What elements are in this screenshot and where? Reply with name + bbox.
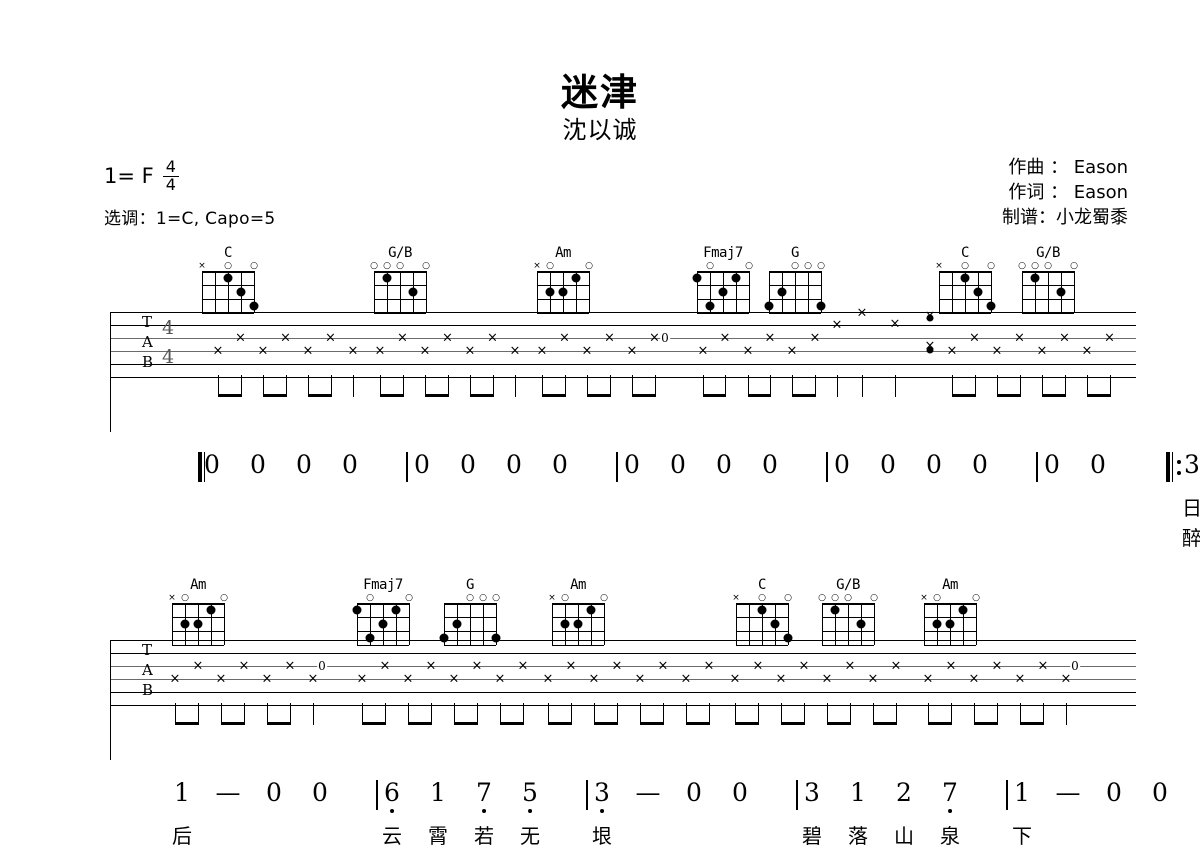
jianpu-note: —: [635, 778, 661, 807]
jianpu-note: 3: [594, 780, 610, 813]
lyric-line-1: 垠: [592, 824, 612, 848]
jianpu-line-2: 1 后 — 0 0 6 云 1 霄 7 若 5 无 3 垠 — 0 0 3 碧 1 落 2 山 7 泉 1 下 — 0 0: [0, 0, 1200, 846]
jianpu-note: 0: [1106, 778, 1122, 807]
lyric-line-1: 泉: [940, 824, 960, 848]
octave-dot-low: [482, 809, 486, 813]
jianpu-barline: [586, 780, 588, 810]
octave-dot-low: [390, 809, 394, 813]
jianpu-note: 1: [430, 778, 446, 807]
jianpu-note: 6: [384, 780, 400, 813]
octave-dot-low: [528, 809, 532, 813]
lyric-line-1: 无: [520, 824, 540, 848]
jianpu-note: —: [215, 778, 241, 807]
jianpu-barline: [376, 780, 378, 810]
jianpu-note: 7: [476, 780, 492, 813]
sheet-music-page: 迷津 沈以诚 1= F 4 4 选调：1=C, Capo=5 作曲 ： Easo…: [0, 0, 1200, 846]
lyric-line-1: 云: [382, 824, 402, 848]
jianpu-note: 1: [850, 778, 866, 807]
jianpu-note: —: [1055, 778, 1081, 807]
jianpu-note: 0: [686, 778, 702, 807]
jianpu-note: 2: [896, 778, 912, 807]
lyric-line-1: 霄: [428, 824, 448, 848]
jianpu-barline: [1006, 780, 1008, 810]
jianpu-note: 0: [732, 778, 748, 807]
jianpu-note: 7: [942, 780, 958, 813]
jianpu-note: 0: [266, 778, 282, 807]
jianpu-barline: [796, 780, 798, 810]
lyric-line-1: 山: [894, 824, 914, 848]
jianpu-note: 1: [174, 778, 190, 807]
lyric-line-1: 后: [172, 824, 192, 848]
octave-dot-low: [948, 809, 952, 813]
lyric-line-1: 碧: [802, 824, 822, 848]
jianpu-note: 5: [522, 780, 538, 813]
lyric-line-1: 下: [1012, 824, 1032, 848]
octave-dot-low: [600, 809, 604, 813]
lyric-line-1: 落: [848, 824, 868, 848]
lyric-line-1: 若: [474, 824, 494, 848]
jianpu-note: 1: [1014, 778, 1030, 807]
jianpu-note: 3: [804, 778, 820, 807]
jianpu-note: 0: [1152, 778, 1168, 807]
jianpu-note: 0: [312, 778, 328, 807]
